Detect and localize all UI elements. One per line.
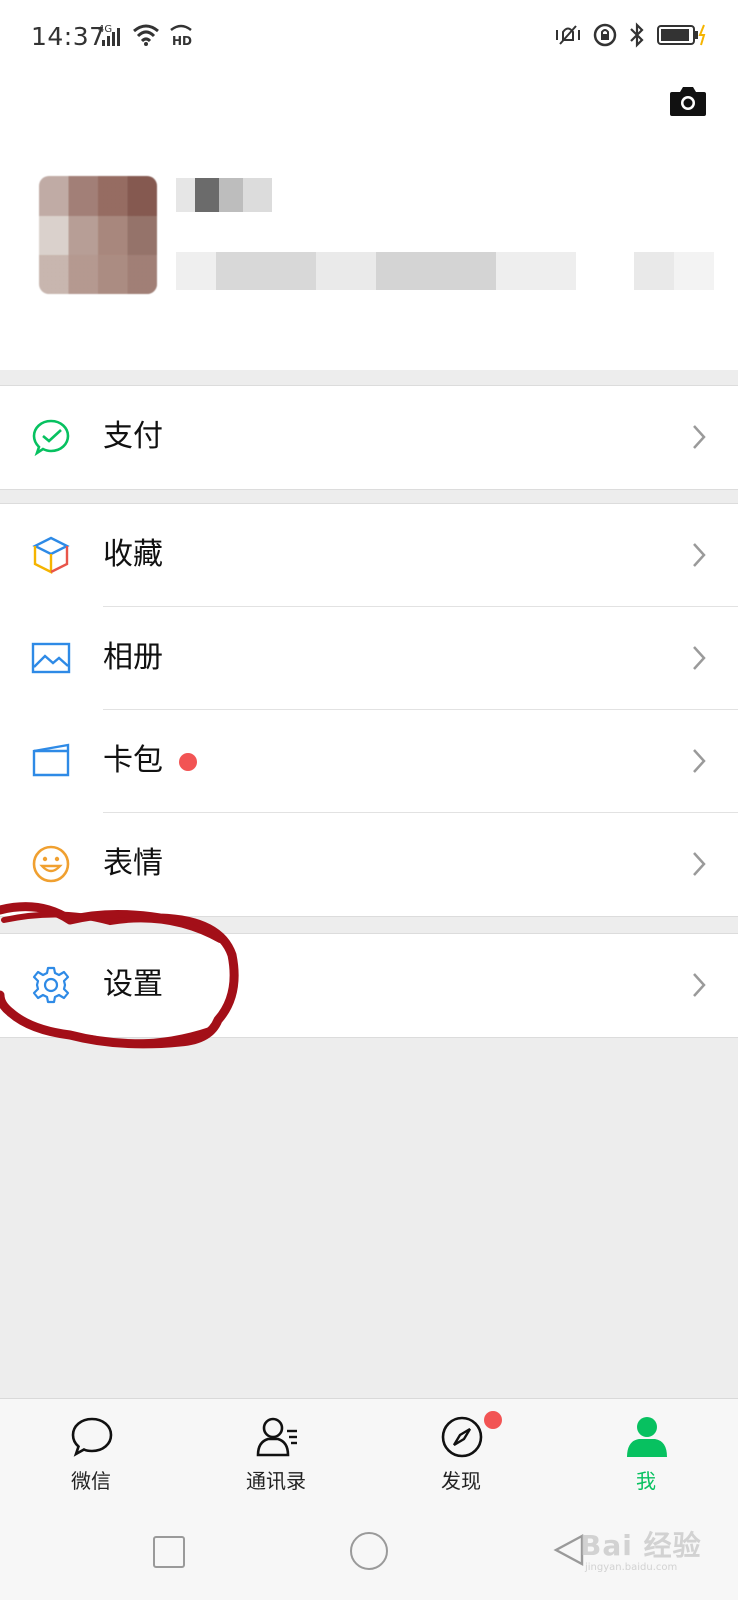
sticker-smiley-icon	[31, 844, 71, 884]
wechat-id	[176, 252, 576, 290]
tab-label-contacts: 通讯录	[246, 1469, 306, 1493]
menu-group-main: 收藏 相册 卡包 表情	[0, 503, 738, 917]
menu-group-settings: 设置	[0, 933, 738, 1038]
bluetooth-icon	[628, 22, 646, 52]
home-button[interactable]	[350, 1532, 388, 1570]
signal-4g-icon: 4G	[98, 22, 124, 52]
tab-discover[interactable]: 发现	[401, 1399, 521, 1499]
status-right-icons	[554, 22, 708, 52]
menu-item-pay[interactable]: 支付	[0, 386, 738, 489]
menu-label-stickers: 表情	[103, 846, 163, 881]
tab-label-chats: 微信	[71, 1469, 111, 1493]
wifi-icon	[132, 23, 160, 51]
favorites-cube-icon	[31, 535, 71, 575]
system-nav-bar: Bai 经验 jingyan.baidu.com	[0, 1498, 738, 1600]
menu-label-favorites: 收藏	[103, 537, 163, 572]
svg-text:HD: HD	[172, 34, 192, 48]
notification-dot	[484, 1411, 502, 1429]
tab-contacts[interactable]: 通讯录	[216, 1399, 336, 1499]
status-time: 14:37	[31, 22, 106, 51]
profile-name	[176, 178, 272, 212]
menu-label-pay: 支付	[103, 419, 163, 454]
chevron-right-icon	[692, 851, 706, 877]
vibrate-icon	[554, 22, 582, 52]
menu-item-wallet[interactable]: 卡包	[0, 710, 738, 813]
chevron-right-icon	[692, 424, 706, 450]
battery-icon	[656, 22, 708, 52]
menu-item-stickers[interactable]: 表情	[0, 813, 738, 916]
recent-apps-button[interactable]	[153, 1536, 185, 1568]
profile-header[interactable]	[0, 76, 738, 370]
svg-text:4G: 4G	[98, 24, 112, 35]
watermark-url: jingyan.baidu.com	[585, 1562, 678, 1573]
notification-dot	[179, 753, 197, 771]
menu-label-settings: 设置	[103, 967, 163, 1002]
tab-label-me: 我	[636, 1469, 656, 1493]
chevron-right-icon	[692, 748, 706, 774]
bottom-tab-bar: 微信 通讯录 发现 我	[0, 1398, 738, 1499]
album-image-icon	[31, 638, 71, 678]
menu-item-settings[interactable]: 设置	[0, 934, 738, 1037]
compass-icon	[440, 1415, 484, 1459]
status-bar: 14:37 4G HD	[0, 0, 738, 76]
me-person-icon	[625, 1415, 669, 1459]
qr-code-chevron[interactable]	[634, 252, 714, 290]
camera-icon[interactable]	[668, 84, 708, 118]
wallet-card-icon	[31, 741, 71, 781]
tab-chats[interactable]: 微信	[31, 1399, 151, 1499]
chevron-right-icon	[692, 972, 706, 998]
menu-label-wallet: 卡包	[103, 743, 163, 778]
menu-item-album[interactable]: 相册	[0, 607, 738, 710]
settings-gear-icon	[31, 965, 71, 1005]
pay-icon	[31, 417, 71, 457]
contacts-person-icon	[255, 1415, 299, 1459]
menu-item-favorites[interactable]: 收藏	[0, 504, 738, 607]
status-left-icons: 4G HD	[98, 22, 194, 52]
menu-group-pay: 支付	[0, 385, 738, 490]
avatar[interactable]	[39, 176, 157, 294]
hd-call-icon: HD	[168, 22, 194, 52]
chevron-right-icon	[692, 645, 706, 671]
tab-label-discover: 发现	[441, 1469, 481, 1493]
tab-me[interactable]: 我	[586, 1399, 706, 1499]
menu-label-album: 相册	[103, 640, 163, 675]
rotation-lock-icon	[592, 22, 618, 52]
chat-bubble-icon	[70, 1415, 114, 1459]
chevron-right-icon	[692, 542, 706, 568]
watermark-text: Bai 经验	[580, 1529, 702, 1562]
